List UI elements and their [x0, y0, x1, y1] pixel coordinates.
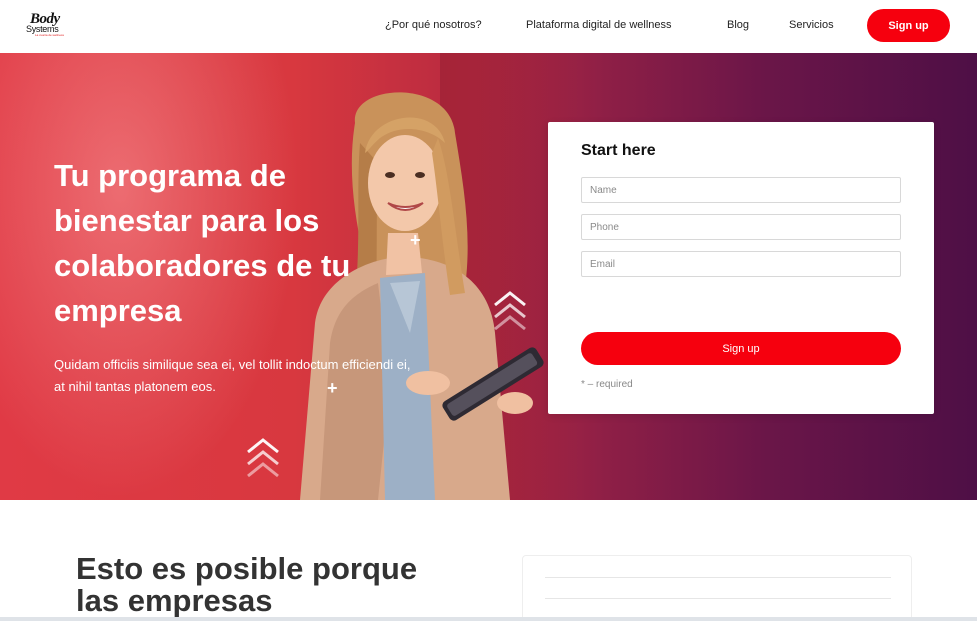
hero-title: Tu programa de bienestar para los colabo…: [54, 158, 351, 328]
plus-decoration-icon: +: [327, 378, 338, 398]
nav-item-why-us[interactable]: ¿Por qué nosotros?: [385, 18, 482, 32]
brand-logo[interactable]: Body Systems La cuarta de wellness: [26, 12, 76, 40]
chevrons-up-icon: [247, 438, 279, 478]
divider: [545, 577, 891, 578]
chevrons-up-icon: [494, 291, 526, 331]
email-field[interactable]: [581, 251, 901, 277]
signup-form-card: Start here Sign up * – required: [548, 122, 934, 414]
section-title: Esto es posible porque las empresas: [76, 551, 418, 618]
header-signup-button[interactable]: Sign up: [867, 9, 950, 42]
plus-decoration-icon: +: [410, 230, 421, 250]
horizontal-scrollbar[interactable]: [0, 617, 977, 621]
logo-tagline: La cuarta de wellness: [35, 33, 65, 37]
site-header: Body Systems La cuarta de wellness ¿Por …: [0, 0, 977, 52]
form-signup-button[interactable]: Sign up: [581, 332, 901, 365]
name-field[interactable]: [581, 177, 901, 203]
required-note: * – required: [581, 379, 633, 390]
divider: [545, 598, 891, 599]
content-card: [522, 555, 912, 621]
form-title: Start here: [581, 142, 656, 159]
nav-item-wellness-platform[interactable]: Plataforma digital de wellness: [526, 18, 672, 32]
phone-field[interactable]: [581, 214, 901, 240]
nav-item-blog[interactable]: Blog: [727, 18, 749, 32]
hero-subtitle: Quidam officiis similique sea ei, vel to…: [54, 357, 411, 394]
nav-item-services[interactable]: Servicios: [789, 18, 834, 32]
